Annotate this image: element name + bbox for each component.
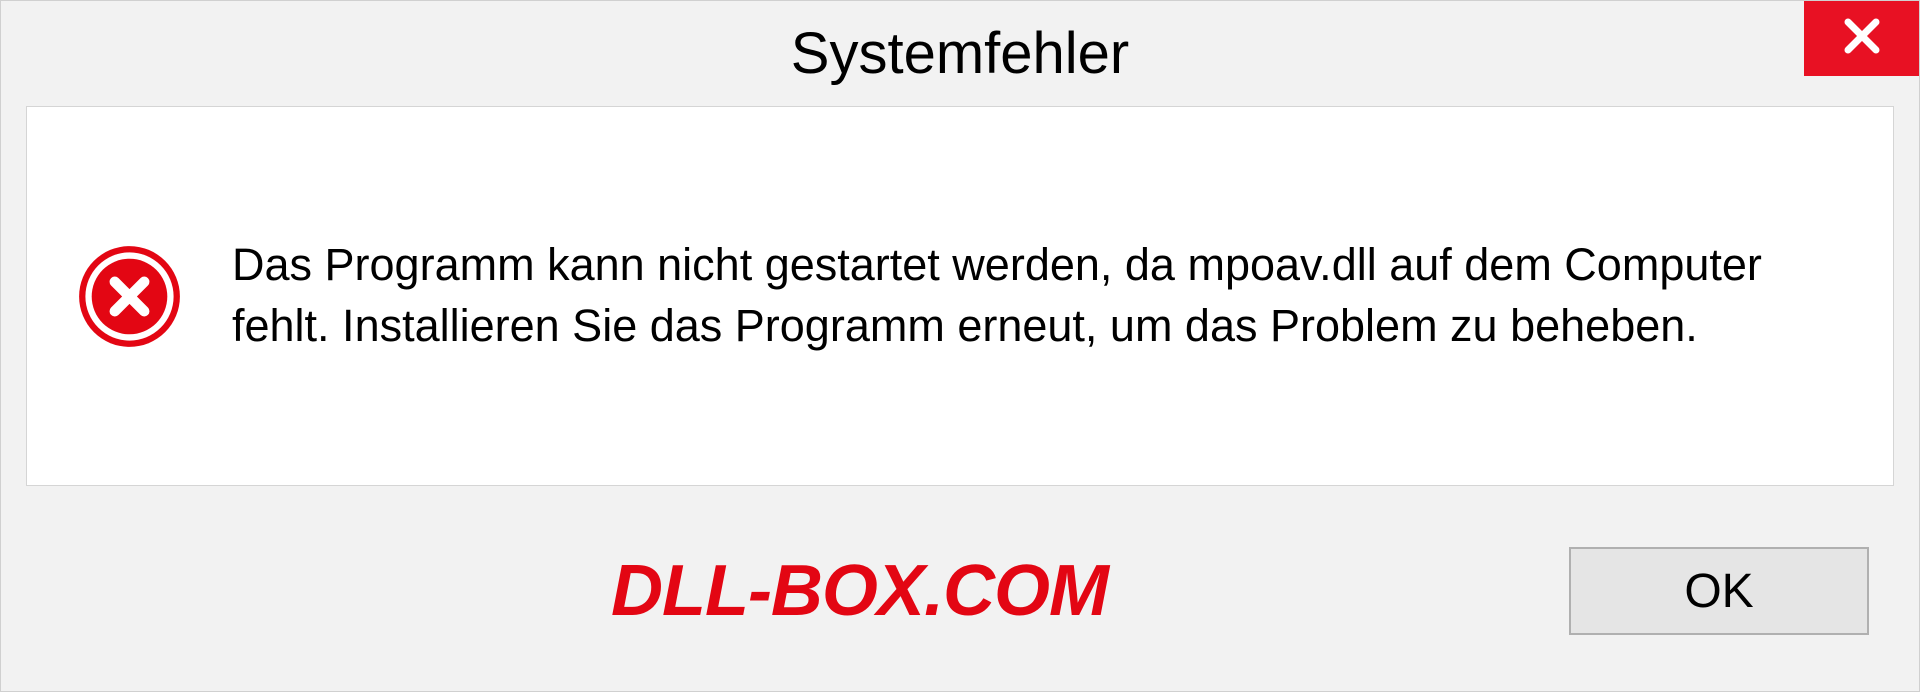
dialog-title: Systemfehler — [791, 20, 1129, 87]
dialog-footer: DLL-BOX.COM OK — [1, 521, 1919, 691]
error-icon — [77, 244, 182, 349]
error-message: Das Programm kann nicht gestartet werden… — [232, 235, 1792, 357]
error-dialog: Systemfehler Das Programm kann nicht ges… — [0, 0, 1920, 692]
ok-button[interactable]: OK — [1569, 547, 1869, 635]
close-button[interactable] — [1804, 1, 1919, 76]
close-icon — [1838, 12, 1886, 65]
watermark-text: DLL-BOX.COM — [611, 550, 1108, 632]
titlebar: Systemfehler — [1, 1, 1919, 106]
content-panel: Das Programm kann nicht gestartet werden… — [26, 106, 1894, 486]
